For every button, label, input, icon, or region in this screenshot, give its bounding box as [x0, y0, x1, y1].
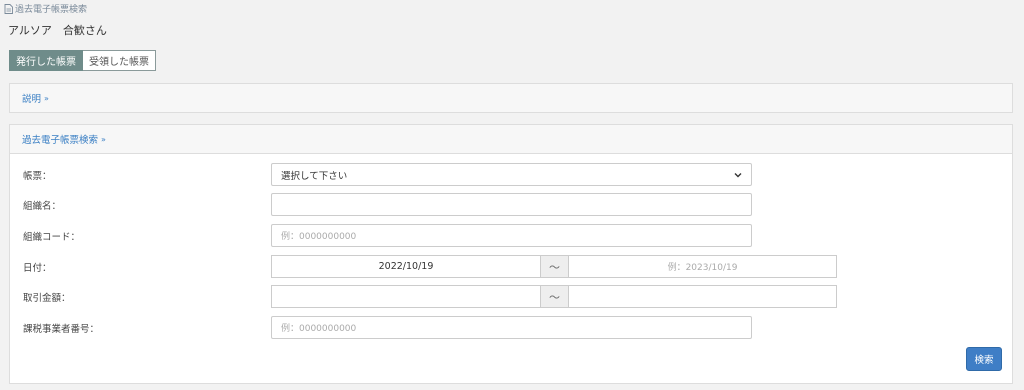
tab-bar: 発行した帳票 受領した帳票: [9, 50, 156, 71]
breadcrumb-label: 過去電子帳票検索: [15, 5, 88, 15]
chevron-down-icon: [734, 172, 742, 177]
date-label: 日付：: [23, 262, 52, 274]
form-type-value: 選択して下さい: [281, 170, 348, 182]
form-type-row: 帳票： 選択して下さい: [23, 163, 752, 186]
description-panel: 説明 »: [9, 83, 1013, 113]
amount-label: 取引金額：: [23, 292, 71, 304]
chevron-double-down-icon: »: [44, 93, 49, 103]
amount-range-separator: 〜: [541, 285, 568, 308]
search-panel-header[interactable]: 過去電子帳票検索 »: [10, 125, 1012, 154]
org-name-input[interactable]: [271, 193, 752, 216]
amount-row: 取引金額： 〜: [23, 285, 837, 308]
org-code-input[interactable]: 例：0000000000: [271, 224, 752, 247]
search-panel: 過去電子帳票検索 » 帳票： 選択して下さい 組織名： 組織コード： 例：000…: [9, 124, 1013, 384]
org-name-label: 組織名：: [23, 200, 62, 212]
chevron-double-down-icon: »: [101, 134, 106, 144]
org-name-row: 組織名：: [23, 193, 752, 216]
form-type-select[interactable]: 選択して下さい: [271, 163, 752, 186]
tax-id-input[interactable]: 例：0000000000: [271, 316, 752, 339]
search-button[interactable]: 検索: [966, 347, 1002, 371]
breadcrumb: 過去電子帳票検索: [4, 2, 87, 15]
form-type-label: 帳票：: [23, 170, 52, 182]
amount-from-input[interactable]: [271, 285, 541, 308]
company-name: アルソア 合歓さん: [8, 24, 107, 37]
date-to-input[interactable]: 例：2023/10/19: [568, 255, 837, 278]
date-row: 日付： 2022/10/19 〜 例：2023/10/19: [23, 255, 837, 278]
date-from-input[interactable]: 2022/10/19: [271, 255, 541, 278]
date-range-separator: 〜: [541, 255, 568, 278]
date-range: 2022/10/19 〜 例：2023/10/19: [271, 255, 837, 278]
tab-received[interactable]: 受領した帳票: [83, 50, 156, 71]
amount-to-input[interactable]: [568, 285, 837, 308]
description-title: 説明: [22, 94, 42, 105]
org-code-row: 組織コード： 例：0000000000: [23, 224, 752, 247]
search-panel-toggle[interactable]: 過去電子帳票検索 »: [22, 132, 106, 147]
description-toggle[interactable]: 説明 »: [22, 91, 49, 106]
tab-issued[interactable]: 発行した帳票: [9, 50, 83, 71]
search-panel-title: 過去電子帳票検索: [22, 135, 99, 146]
amount-range: 〜: [271, 285, 837, 308]
org-code-label: 組織コード：: [23, 231, 81, 243]
description-panel-header[interactable]: 説明 »: [10, 84, 1012, 112]
document-icon: [4, 3, 13, 14]
tax-id-row: 課税事業者番号： 例：0000000000: [23, 316, 752, 339]
tax-id-label: 課税事業者番号：: [23, 323, 100, 335]
